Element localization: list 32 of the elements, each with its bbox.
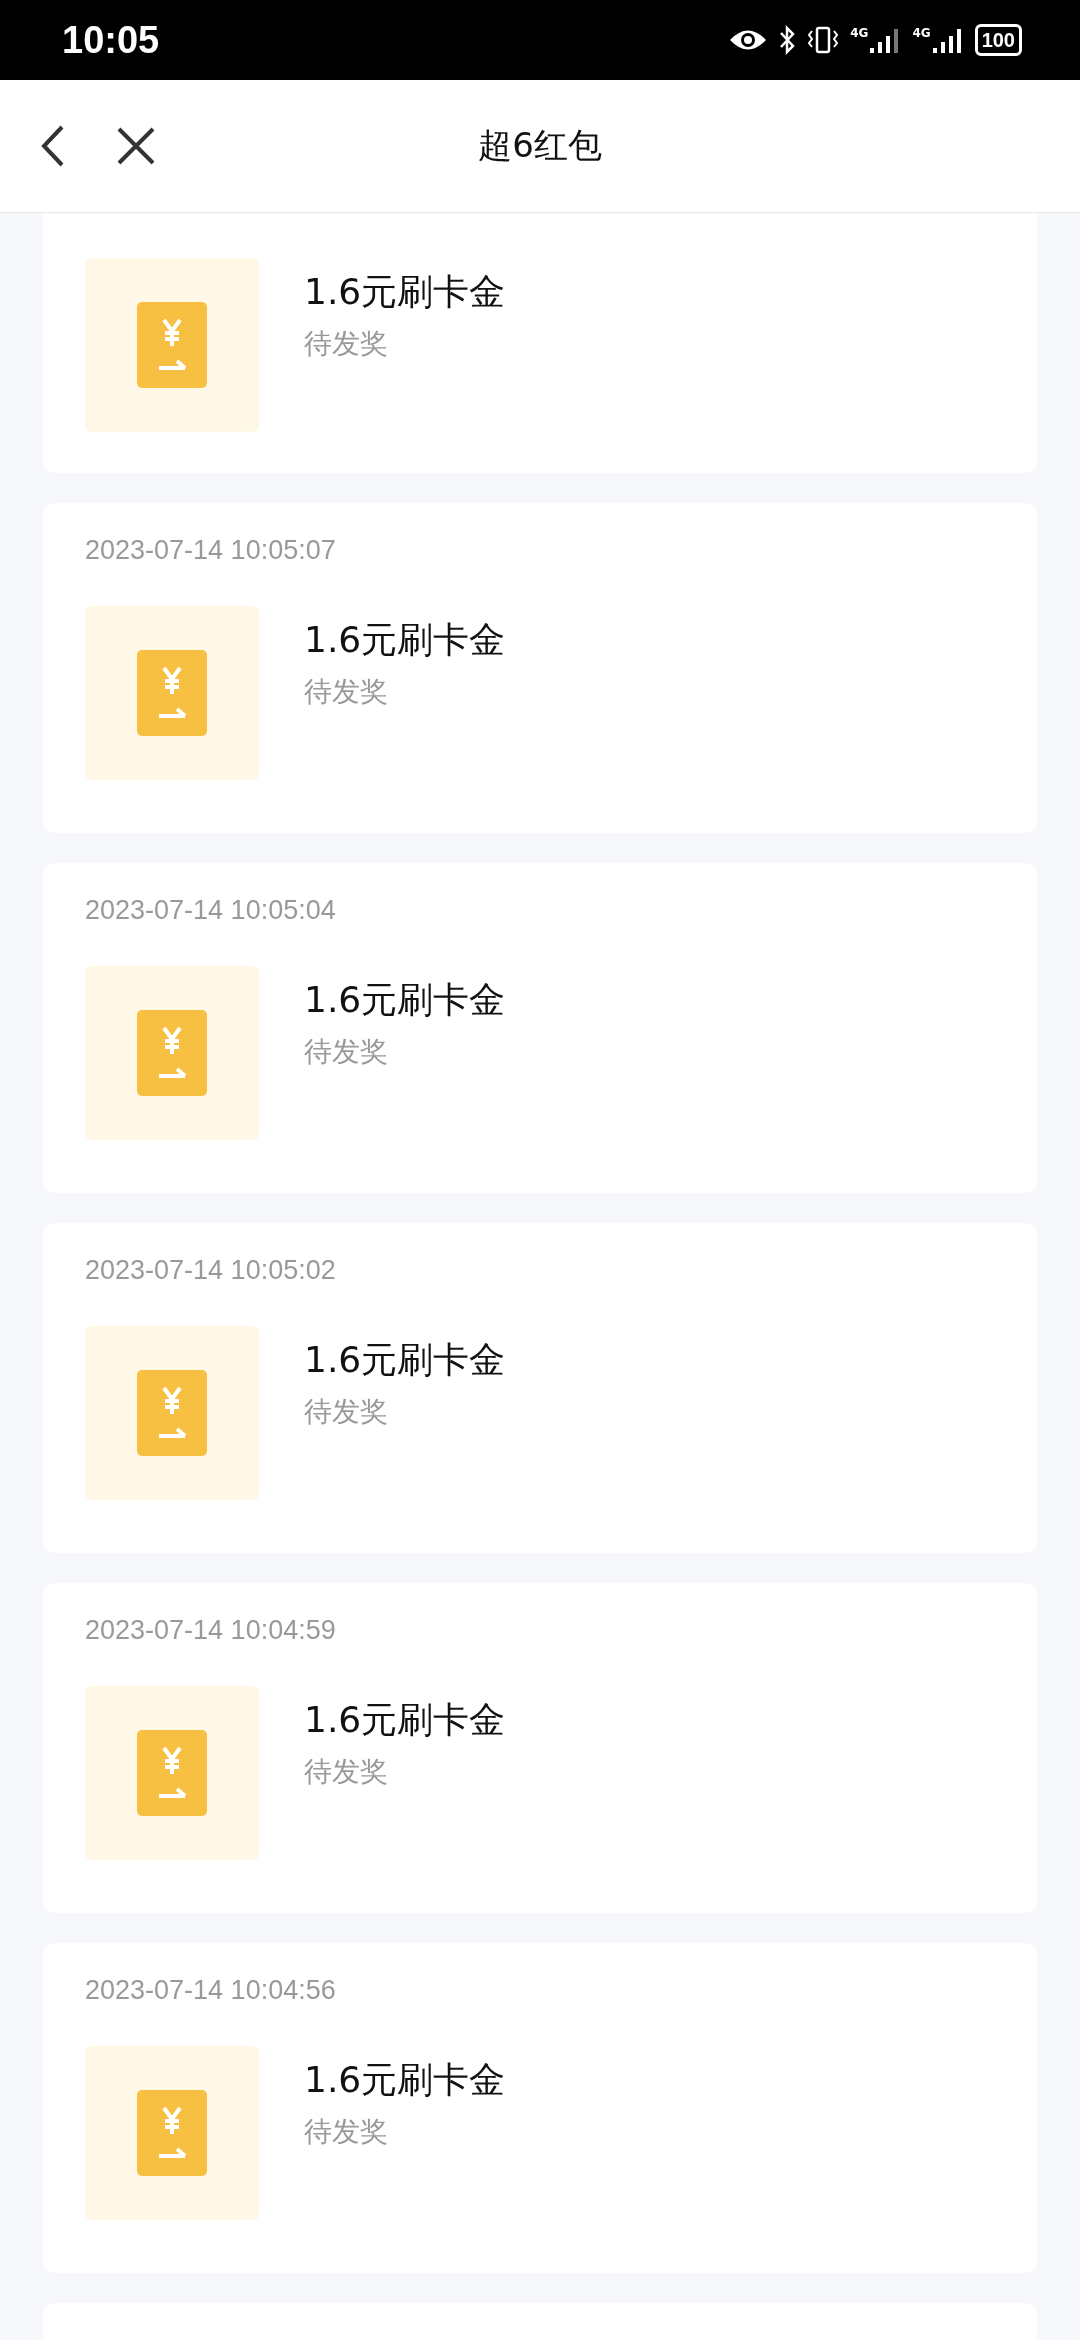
reward-status: 待发奖 — [304, 674, 389, 710]
record-date: 2023-07-14 10:04:56 — [85, 1975, 337, 2006]
bluetooth-icon — [778, 25, 797, 55]
reward-title: 1.6元刷卡金 — [304, 1338, 506, 1382]
reward-status: 待发奖 — [304, 2114, 389, 2150]
reward-status: 待发奖 — [304, 1034, 389, 1070]
coupon-icon — [137, 650, 207, 736]
coupon-icon — [137, 2090, 207, 2176]
vibrate-icon — [806, 25, 841, 55]
reward-title: 1.6元刷卡金 — [304, 2058, 506, 2102]
reward-title: 1.6元刷卡金 — [304, 618, 506, 662]
reward-status: 待发奖 — [304, 326, 389, 362]
coupon-icon — [137, 302, 207, 388]
record-date: 2023-07-14 10:05:04 — [85, 895, 337, 926]
reward-title: 1.6元刷卡金 — [304, 1698, 506, 1742]
record-date: 2023-07-14 10:05:02 — [85, 1255, 337, 1286]
reward-title: 1.6元刷卡金 — [304, 270, 506, 314]
close-button[interactable] — [116, 126, 156, 166]
coupon-icon — [137, 1370, 207, 1456]
coupon-icon — [137, 1730, 207, 1816]
back-button[interactable] — [40, 124, 66, 168]
network-label: 4G — [912, 26, 931, 40]
battery-level: 100 — [981, 28, 1015, 52]
record-date: 2023-07-14 10:05:07 — [85, 535, 337, 566]
coupon-icon — [137, 1010, 207, 1096]
reward-status: 待发奖 — [304, 1394, 389, 1430]
page-title: 超6红包 — [478, 124, 602, 167]
record-date: 2023-07-14 10:04:59 — [85, 1615, 337, 1646]
status-time: 10:05 — [62, 18, 160, 62]
reward-title: 1.6元刷卡金 — [304, 978, 506, 1022]
network-label: 4G — [850, 26, 869, 40]
reward-status: 待发奖 — [304, 1754, 389, 1790]
